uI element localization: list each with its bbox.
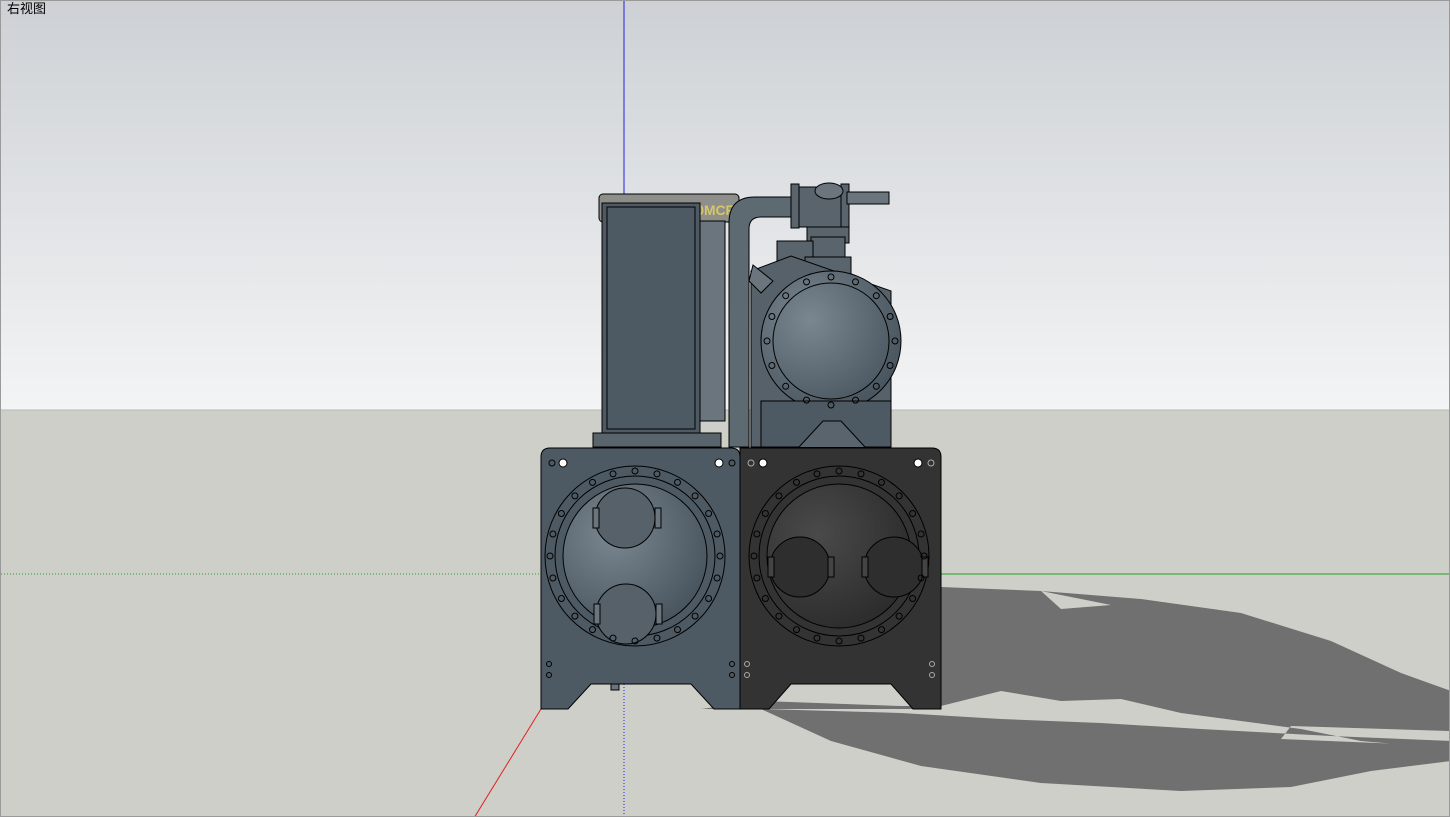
scene-canvas[interactable]: LCRLGVD4A50MCF [1,1,1450,817]
right-left-nozzle [769,536,831,598]
left-lower-nozzle [595,583,657,645]
view-name-label: 右视图 [7,2,47,17]
upper-vessel [760,270,902,412]
3d-viewport[interactable]: LCRLGVD4A50MCF [0,0,1450,817]
right-right-nozzle [863,536,925,598]
left-upper-nozzle [594,487,656,549]
control-cabinet [601,202,701,436]
